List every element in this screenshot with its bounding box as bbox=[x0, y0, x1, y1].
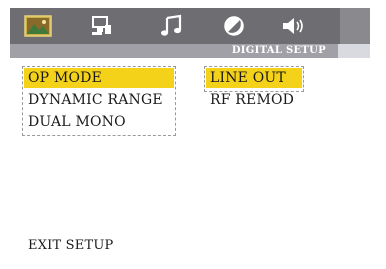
section-header: DIGITAL SETUP bbox=[10, 44, 338, 58]
speaker-setup-icon[interactable] bbox=[88, 14, 116, 38]
menu-item-dynamic-range[interactable]: DYNAMIC RANGE bbox=[24, 90, 174, 110]
menu-item-op-mode[interactable]: OP MODE bbox=[24, 68, 174, 88]
setup-tab-bar bbox=[10, 8, 370, 44]
exit-setup-button[interactable]: EXIT SETUP bbox=[28, 238, 113, 253]
section-title: DIGITAL SETUP bbox=[231, 45, 326, 56]
volume-speaker-icon[interactable] bbox=[278, 14, 306, 38]
setup-screen: DIGITAL SETUP OP MODE DYNAMIC RANGE DUAL… bbox=[0, 0, 386, 269]
menu-item-dual-mono[interactable]: DUAL MONO bbox=[24, 112, 174, 132]
music-note-icon[interactable] bbox=[158, 14, 186, 38]
contrast-circle-icon[interactable] bbox=[220, 14, 248, 38]
option-line-out[interactable]: LINE OUT bbox=[206, 68, 302, 88]
option-rf-remod[interactable]: RF REMOD bbox=[206, 90, 302, 110]
landscape-picture-icon[interactable] bbox=[24, 14, 52, 38]
tab-bar-end bbox=[340, 8, 370, 44]
section-header-end bbox=[338, 44, 370, 58]
